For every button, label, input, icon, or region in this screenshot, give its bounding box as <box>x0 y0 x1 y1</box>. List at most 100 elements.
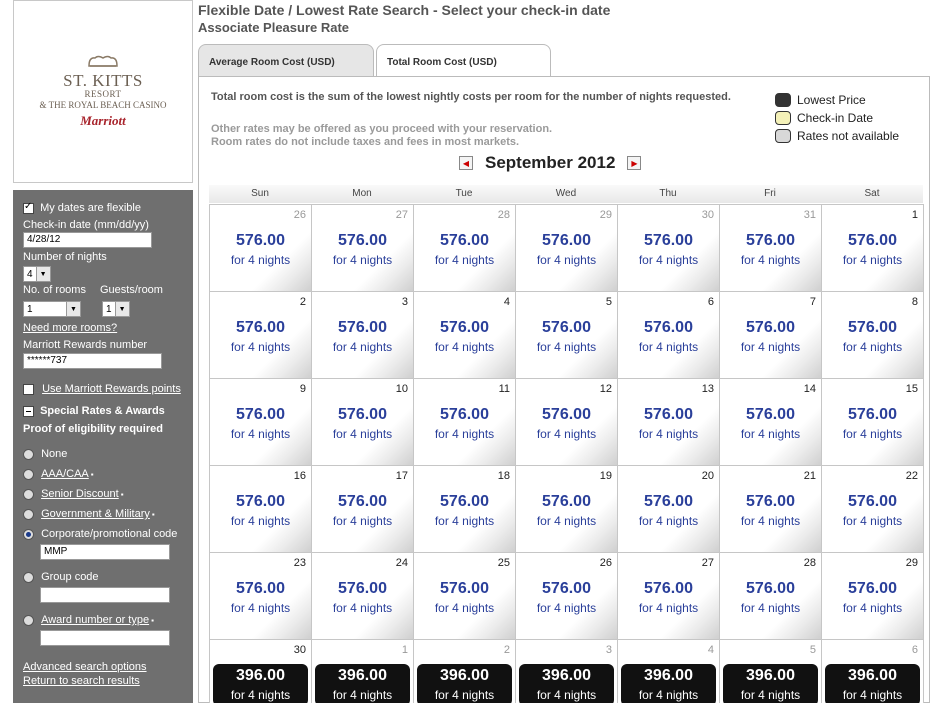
calendar-day-cell[interactable]: 13 576.00 for 4 nights <box>617 378 720 466</box>
nights-select[interactable]: 4 ▼ <box>23 266 51 282</box>
rate-option-link[interactable]: Senior Discount <box>41 488 119 500</box>
calendar-day-cell[interactable]: 22 576.00 for 4 nights <box>821 465 924 553</box>
day-nights[interactable]: for 4 nights <box>618 253 719 267</box>
rate-option-senior[interactable]: Senior Discount ▪ <box>23 488 124 500</box>
day-nights[interactable]: for 4 nights <box>618 514 719 528</box>
day-price[interactable]: 576.00 <box>720 406 821 424</box>
day-nights[interactable]: for 4 nights <box>516 253 617 267</box>
day-nights[interactable]: for 4 nights <box>720 688 821 702</box>
radio-award[interactable] <box>23 614 34 626</box>
calendar-day-cell[interactable]: 24 576.00 for 4 nights <box>311 552 414 640</box>
day-price[interactable]: 576.00 <box>516 580 617 598</box>
day-nights[interactable]: for 4 nights <box>210 427 311 441</box>
day-nights[interactable]: for 4 nights <box>618 340 719 354</box>
rate-option-link[interactable]: Award number or type <box>41 614 149 626</box>
group-code-input[interactable] <box>40 587 170 603</box>
calendar-day-cell[interactable]: 20 576.00 for 4 nights <box>617 465 720 553</box>
calendar-day-cell[interactable]: 26 576.00 for 4 nights <box>209 204 312 292</box>
calendar-day-cell[interactable]: 15 576.00 for 4 nights <box>821 378 924 466</box>
calendar-day-cell[interactable]: 28 576.00 for 4 nights <box>413 204 516 292</box>
prev-month-icon[interactable]: ◀ <box>459 156 473 170</box>
day-nights[interactable]: for 4 nights <box>312 688 413 702</box>
calendar-day-cell[interactable]: 27 576.00 for 4 nights <box>311 204 414 292</box>
advanced-search-link[interactable]: Advanced search options <box>23 661 147 673</box>
day-nights[interactable]: for 4 nights <box>210 253 311 267</box>
calendar-day-cell[interactable]: 1 396.00 for 4 nights <box>311 639 414 703</box>
day-nights[interactable]: for 4 nights <box>312 427 413 441</box>
day-nights[interactable]: for 4 nights <box>618 688 719 702</box>
day-price[interactable]: 396.00 <box>414 667 515 685</box>
day-nights[interactable]: for 4 nights <box>516 514 617 528</box>
day-nights[interactable]: for 4 nights <box>312 601 413 615</box>
flexible-dates-checkbox[interactable] <box>23 201 34 214</box>
day-nights[interactable]: for 4 nights <box>822 340 923 354</box>
day-price[interactable]: 576.00 <box>822 406 923 424</box>
calendar-day-cell[interactable]: 14 576.00 for 4 nights <box>719 378 822 466</box>
calendar-day-cell[interactable]: 1 576.00 for 4 nights <box>821 204 924 292</box>
day-nights[interactable]: for 4 nights <box>516 340 617 354</box>
checkin-date-input[interactable]: 4/28/12 <box>23 232 152 248</box>
calendar-day-cell[interactable]: 2 396.00 for 4 nights <box>413 639 516 703</box>
day-nights[interactable]: for 4 nights <box>822 688 923 702</box>
day-nights[interactable]: for 4 nights <box>516 601 617 615</box>
next-month-icon[interactable]: ▶ <box>627 156 642 170</box>
day-price[interactable]: 576.00 <box>516 493 617 511</box>
day-price[interactable]: 576.00 <box>414 319 515 337</box>
day-nights[interactable]: for 4 nights <box>720 427 821 441</box>
use-points-checkbox[interactable] <box>23 383 34 395</box>
day-price[interactable]: 576.00 <box>312 406 413 424</box>
day-nights[interactable]: for 4 nights <box>720 514 821 528</box>
day-price[interactable]: 576.00 <box>414 406 515 424</box>
day-nights[interactable]: for 4 nights <box>414 688 515 702</box>
calendar-day-cell[interactable]: 30 396.00 for 4 nights <box>209 639 312 703</box>
day-price[interactable]: 576.00 <box>210 232 311 250</box>
calendar-day-cell[interactable]: 27 576.00 for 4 nights <box>617 552 720 640</box>
day-price[interactable]: 576.00 <box>822 580 923 598</box>
day-price[interactable]: 396.00 <box>516 667 617 685</box>
day-price[interactable]: 576.00 <box>720 493 821 511</box>
day-price[interactable]: 576.00 <box>618 232 719 250</box>
use-points-link[interactable]: Use Marriott Rewards points <box>42 383 181 395</box>
day-price[interactable]: 576.00 <box>822 493 923 511</box>
tab-total-cost[interactable]: Total Room Cost (USD) <box>376 44 551 77</box>
calendar-day-cell[interactable]: 12 576.00 for 4 nights <box>515 378 618 466</box>
day-price[interactable]: 576.00 <box>822 319 923 337</box>
rate-option-award[interactable]: Award number or type ▪ <box>23 614 154 626</box>
day-price[interactable]: 576.00 <box>210 319 311 337</box>
day-nights[interactable]: for 4 nights <box>312 253 413 267</box>
calendar-day-cell[interactable]: 6 396.00 for 4 nights <box>821 639 924 703</box>
rooms-select[interactable]: 1 ▼ <box>23 301 81 317</box>
day-nights[interactable]: for 4 nights <box>210 514 311 528</box>
day-nights[interactable]: for 4 nights <box>414 253 515 267</box>
calendar-day-cell[interactable]: 17 576.00 for 4 nights <box>311 465 414 553</box>
calendar-day-cell[interactable]: 8 576.00 for 4 nights <box>821 291 924 379</box>
calendar-day-cell[interactable]: 29 576.00 for 4 nights <box>821 552 924 640</box>
day-nights[interactable]: for 4 nights <box>312 514 413 528</box>
day-nights[interactable]: for 4 nights <box>414 427 515 441</box>
day-nights[interactable]: for 4 nights <box>822 514 923 528</box>
radio-corporate[interactable] <box>23 528 34 540</box>
calendar-day-cell[interactable]: 25 576.00 for 4 nights <box>413 552 516 640</box>
day-price[interactable]: 576.00 <box>210 493 311 511</box>
rate-option-corporate[interactable]: Corporate/promotional code <box>23 528 177 540</box>
more-rooms-link[interactable]: Need more rooms? <box>23 322 117 334</box>
radio-senior[interactable] <box>23 488 34 500</box>
calendar-day-cell[interactable]: 23 576.00 for 4 nights <box>209 552 312 640</box>
day-price[interactable]: 576.00 <box>210 580 311 598</box>
calendar-day-cell[interactable]: 19 576.00 for 4 nights <box>515 465 618 553</box>
calendar-day-cell[interactable]: 4 576.00 for 4 nights <box>413 291 516 379</box>
rate-option-government[interactable]: Government & Military ▪ <box>23 508 155 520</box>
guests-select[interactable]: 1 ▼ <box>102 301 130 317</box>
day-nights[interactable]: for 4 nights <box>414 514 515 528</box>
rate-option-link[interactable]: Government & Military <box>41 508 150 520</box>
day-nights[interactable]: for 4 nights <box>618 601 719 615</box>
radio-aaa[interactable] <box>23 468 34 480</box>
day-nights[interactable]: for 4 nights <box>720 340 821 354</box>
day-price[interactable]: 576.00 <box>312 580 413 598</box>
calendar-day-cell[interactable]: 31 576.00 for 4 nights <box>719 204 822 292</box>
award-number-input[interactable] <box>40 630 170 646</box>
day-price[interactable]: 576.00 <box>516 319 617 337</box>
special-rates-header[interactable]: Special Rates & Awards <box>23 405 165 417</box>
calendar-day-cell[interactable]: 3 576.00 for 4 nights <box>311 291 414 379</box>
day-nights[interactable]: for 4 nights <box>210 340 311 354</box>
